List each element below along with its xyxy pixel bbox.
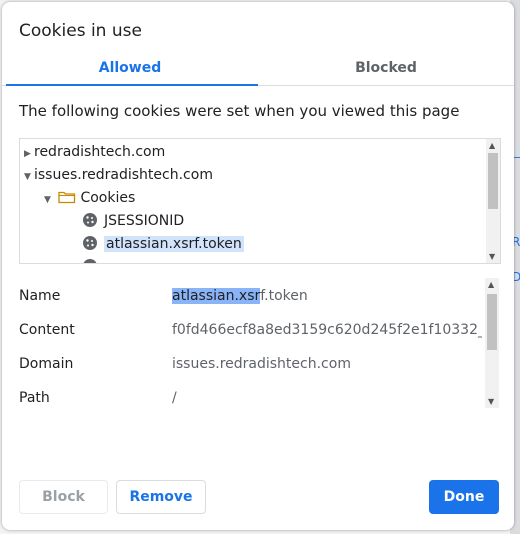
tree-item-cookie-partial[interactable] (82, 256, 104, 263)
details-scrollbar[interactable]: ▲ ▼ (485, 278, 499, 408)
cookie-details: Name atlassian.xsrf.token Content f0fd46… (19, 278, 499, 408)
detail-label: Content (19, 322, 75, 338)
tree-item-cookie[interactable]: JSESSIONID (82, 210, 184, 232)
description-text: The following cookies were set when you … (19, 102, 460, 120)
tree-item-site[interactable]: ▼ issues.redradishtech.com (24, 164, 213, 186)
chevron-right-icon[interactable]: ▶ (24, 143, 34, 165)
cookie-icon (83, 213, 97, 227)
tree-item-label: redradishtech.com (34, 144, 166, 160)
detail-value-rest: f.token (260, 288, 308, 304)
remove-button[interactable]: Remove (116, 480, 206, 514)
scroll-down-arrow-icon[interactable]: ▼ (489, 252, 495, 261)
detail-row-name: Name atlassian.xsrf.token (19, 286, 479, 306)
chevron-down-icon[interactable]: ▼ (24, 166, 34, 188)
dialog-title: Cookies in use (19, 21, 142, 41)
detail-label: Path (19, 390, 50, 406)
cookie-icon (83, 259, 97, 263)
tab-blocked[interactable]: Blocked (258, 52, 514, 85)
detail-row-path: Path / (19, 388, 479, 408)
scroll-up-arrow-icon[interactable]: ▲ (488, 280, 494, 289)
tree-item-site[interactable]: ▶ redradishtech.com (24, 141, 165, 163)
tree-item-label: Cookies (80, 190, 136, 206)
detail-value[interactable]: issues.redradishtech.com (172, 354, 482, 374)
scrollbar-thumb[interactable] (487, 294, 497, 350)
block-button[interactable]: Block (19, 480, 108, 514)
selected-text: atlassian.xsr (172, 288, 261, 304)
detail-label: Name (19, 288, 61, 304)
detail-value[interactable]: / (172, 388, 482, 408)
detail-value[interactable]: f0fd466ecf8a8ed3159c620d245f2e1f10332_li… (172, 320, 482, 340)
tree-item-label: JSESSIONID (104, 213, 185, 229)
tree-item-cookies-folder[interactable]: ▼ Cookies (44, 187, 135, 209)
tree-item-label: issues.redradishtech.com (34, 167, 213, 183)
detail-value[interactable]: atlassian.xsrf.token (172, 286, 482, 306)
scroll-down-arrow-icon[interactable]: ▼ (488, 397, 494, 406)
cookies-dialog: Cookies in use Allowed Blocked The follo… (2, 2, 514, 530)
detail-label: Domain (19, 356, 74, 372)
cookie-tree[interactable]: ▶ redradishtech.com ▼ issues.redradishtech… (19, 138, 501, 264)
chevron-down-icon[interactable]: ▼ (44, 189, 54, 211)
detail-row-domain: Domain issues.redradishtech.com (19, 354, 479, 374)
tree-scrollbar[interactable]: ▲ ▼ (486, 139, 500, 263)
tree-item-cookie-selected[interactable]: atlassian.xsrf.token (82, 233, 244, 255)
cookie-icon (83, 236, 97, 250)
scroll-up-arrow-icon[interactable]: ▲ (489, 141, 495, 150)
folder-icon (58, 191, 76, 204)
tab-bar: Allowed Blocked (2, 52, 514, 86)
done-button[interactable]: Done (429, 480, 499, 514)
tab-allowed[interactable]: Allowed (2, 52, 258, 86)
tree-item-label: atlassian.xsrf.token (104, 236, 244, 252)
detail-row-content: Content f0fd466ecf8a8ed3159c620d245f2e1f… (19, 320, 482, 340)
scrollbar-thumb[interactable] (488, 153, 498, 209)
